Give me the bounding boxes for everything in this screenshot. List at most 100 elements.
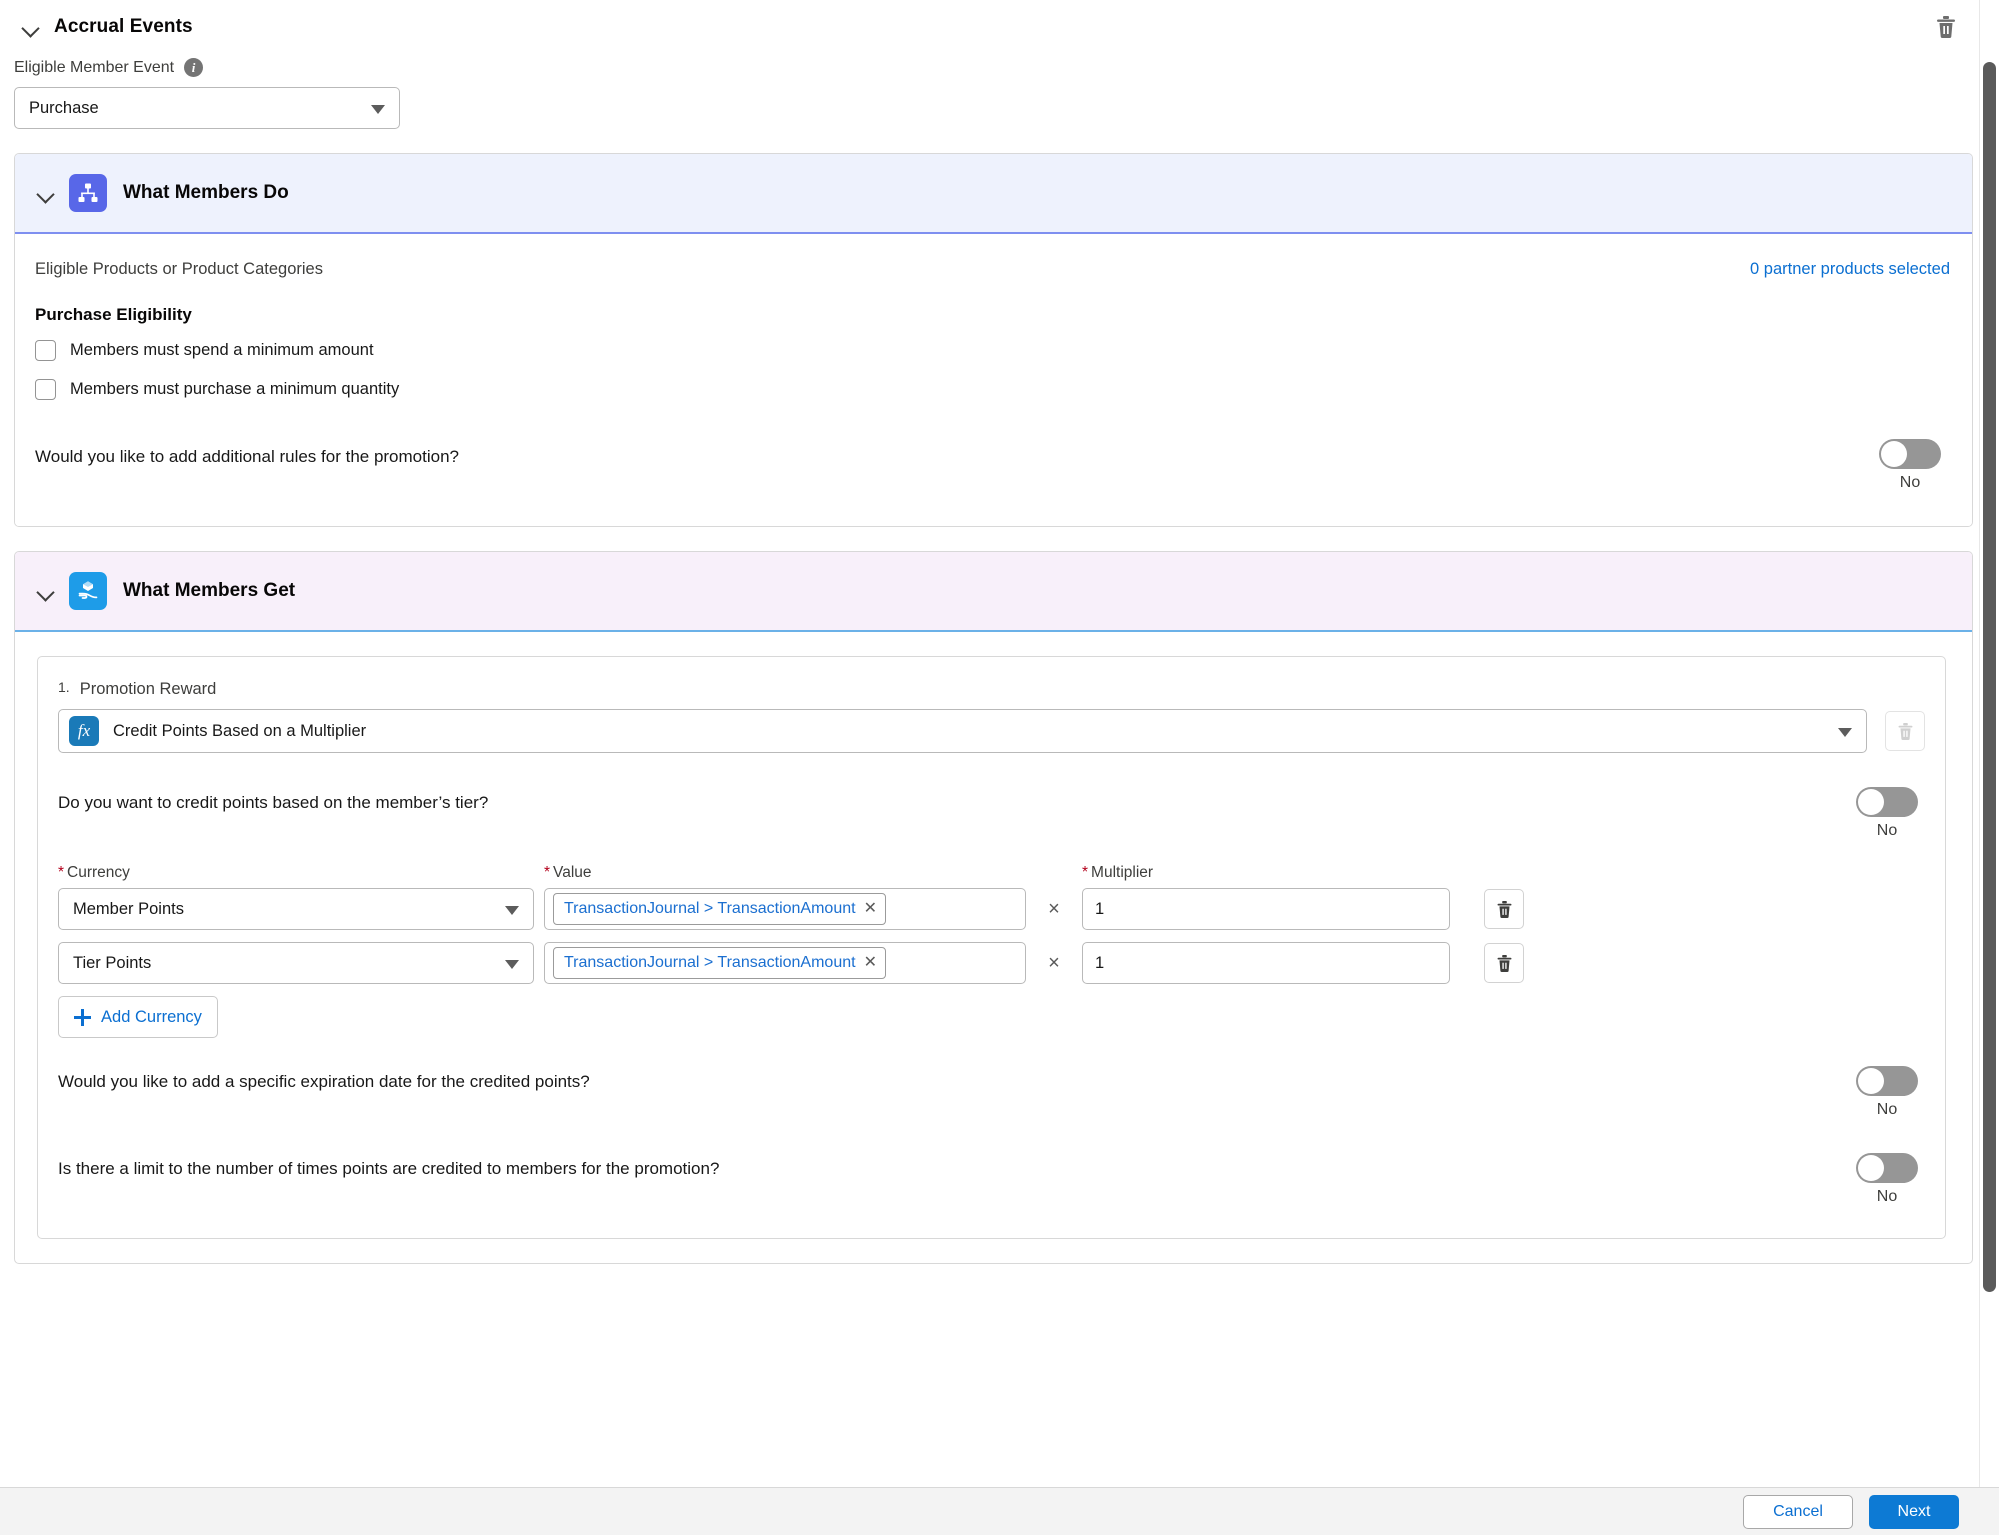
what-members-do-header[interactable]: What Members Do	[15, 154, 1972, 234]
value-token-text-2: TransactionJournal > TransactionAmount	[564, 954, 856, 971]
delete-currency-row-1-button[interactable]	[1484, 889, 1524, 929]
additional-rules-row: Would you like to add additional rules f…	[15, 409, 1972, 526]
what-members-do-body: Eligible Products or Product Categories …	[15, 234, 1972, 526]
scrollbar-thumb[interactable]	[1983, 62, 1996, 1292]
gift-in-hand-icon	[69, 572, 107, 610]
limit-toggle-wrap: No	[1851, 1153, 1923, 1206]
additional-rules-toggle-wrap: No	[1874, 439, 1946, 492]
expiration-toggle-state: No	[1876, 1101, 1898, 1118]
required-star: *	[544, 864, 551, 881]
required-star: *	[58, 864, 65, 881]
value-token-1[interactable]: TransactionJournal > TransactionAmount ✕	[553, 893, 886, 925]
currency-select-2[interactable]: Tier Points	[58, 942, 534, 984]
checkbox-minimum-amount[interactable]	[35, 340, 56, 361]
chevron-down-icon	[505, 906, 519, 915]
vertical-scrollbar[interactable]	[1979, 0, 1999, 1487]
chevron-down-icon[interactable]	[37, 184, 55, 202]
limit-question-row: Is there a limit to the number of times …	[58, 1125, 1925, 1212]
eligible-member-event-label-row: Eligible Member Event i	[14, 58, 1975, 77]
tier-question-row: Do you want to credit points based on th…	[58, 753, 1925, 864]
eligible-member-event-field: Eligible Member Event i Purchase	[0, 48, 1999, 129]
info-icon[interactable]: i	[184, 58, 204, 77]
eligible-member-event-select[interactable]: Purchase	[14, 87, 400, 129]
expiration-question-text: Would you like to add a specific expirat…	[58, 1072, 590, 1091]
value-token-text-1: TransactionJournal > TransactionAmount	[564, 900, 856, 917]
cancel-button[interactable]: Cancel	[1743, 1494, 1853, 1529]
checkbox-row-minimum-amount[interactable]: Members must spend a minimum amount	[15, 331, 1972, 370]
delete-accrual-event-button[interactable]	[1931, 12, 1961, 42]
value-column-header: * Value	[544, 864, 1026, 882]
toggle-knob	[1881, 441, 1907, 467]
eligible-products-row: Eligible Products or Product Categories …	[15, 234, 1972, 283]
tier-toggle[interactable]	[1856, 787, 1918, 817]
value-field-2[interactable]: TransactionJournal > TransactionAmount ✕	[544, 942, 1026, 984]
partner-products-link[interactable]: 0 partner products selected	[1750, 260, 1950, 279]
additional-rules-question: Would you like to add additional rules f…	[35, 447, 459, 466]
close-icon[interactable]: ✕	[864, 955, 877, 971]
add-currency-button[interactable]: Add Currency	[58, 996, 218, 1038]
chevron-down-icon[interactable]	[22, 18, 40, 36]
currency-row: Tier Points TransactionJournal > Transac…	[58, 942, 1925, 984]
additional-rules-toggle[interactable]	[1879, 439, 1941, 469]
multiplier-value-2: 1	[1095, 953, 1105, 972]
currency-row: Member Points TransactionJournal > Trans…	[58, 888, 1925, 930]
multiplier-value-1: 1	[1095, 899, 1105, 918]
what-members-do-title: What Members Do	[123, 182, 289, 203]
add-currency-label: Add Currency	[101, 1007, 202, 1026]
next-button[interactable]: Next	[1869, 1494, 1959, 1529]
value-column-label: Value	[553, 864, 592, 881]
value-token-2[interactable]: TransactionJournal > TransactionAmount ✕	[553, 947, 886, 979]
multiplier-input-1[interactable]: 1	[1082, 888, 1450, 930]
currency-select-1[interactable]: Member Points	[58, 888, 534, 930]
currency-column-label: Currency	[67, 864, 130, 881]
toggle-knob	[1858, 1155, 1884, 1181]
expiration-toggle[interactable]	[1856, 1066, 1918, 1096]
formula-fx-icon: fx	[69, 716, 99, 746]
what-members-get-header[interactable]: What Members Get	[15, 552, 1972, 632]
currency-value-1: Member Points	[73, 899, 184, 918]
additional-rules-toggle-state: No	[1899, 474, 1921, 491]
currency-column-header: * Currency	[58, 864, 534, 882]
what-members-get-title: What Members Get	[123, 580, 296, 601]
value-field-1[interactable]: TransactionJournal > TransactionAmount ✕	[544, 888, 1026, 930]
promotion-reward-label: Promotion Reward	[79, 680, 217, 698]
tier-toggle-wrap: No	[1851, 787, 1923, 840]
accrual-events-header: Accrual Events	[0, 0, 1999, 48]
delete-promotion-reward-button	[1885, 711, 1925, 751]
chevron-down-icon	[505, 960, 519, 969]
eligible-products-label: Eligible Products or Product Categories	[35, 260, 323, 278]
multiply-symbol-2: ×	[1048, 951, 1060, 974]
checkbox-label-minimum-quantity: Members must purchase a minimum quantity	[70, 380, 400, 398]
chevron-down-icon	[1838, 728, 1852, 737]
eligible-member-event-value: Purchase	[29, 98, 99, 117]
checkbox-minimum-quantity[interactable]	[35, 379, 56, 400]
limit-question-text: Is there a limit to the number of times …	[58, 1159, 720, 1178]
delete-currency-row-2-button[interactable]	[1484, 943, 1524, 983]
promotion-setup-page: Accrual Events Eligible Member Event i P…	[0, 0, 1999, 1535]
limit-toggle-state: No	[1876, 1188, 1898, 1205]
multiplier-input-2[interactable]: 1	[1082, 942, 1450, 984]
chevron-down-icon	[371, 105, 385, 114]
promotion-reward-select-row: fx Credit Points Based on a Multiplier	[58, 709, 1925, 753]
promotion-reward-type-select[interactable]: fx Credit Points Based on a Multiplier	[58, 709, 1867, 753]
tier-toggle-state: No	[1876, 822, 1898, 839]
what-members-get-card: What Members Get 1. Promotion Reward fx C…	[14, 551, 1973, 1264]
multiplier-column-label: Multiplier	[1091, 864, 1154, 881]
chevron-down-icon[interactable]	[37, 582, 55, 600]
checkbox-row-minimum-quantity[interactable]: Members must purchase a minimum quantity	[15, 370, 1972, 409]
limit-toggle[interactable]	[1856, 1153, 1918, 1183]
toggle-knob	[1858, 789, 1884, 815]
expiration-question-row: Would you like to add a specific expirat…	[58, 1038, 1925, 1125]
promotion-reward-number: 1.	[58, 679, 70, 695]
checkbox-label-minimum-amount: Members must spend a minimum amount	[70, 341, 374, 359]
currency-value-2: Tier Points	[73, 953, 152, 972]
page-title: Accrual Events	[54, 16, 193, 37]
footer-actions: Cancel Next	[0, 1487, 1999, 1535]
promotion-reward-type-value: Credit Points Based on a Multiplier	[113, 721, 367, 740]
promotion-reward-box: 1. Promotion Reward fx Credit Points Base…	[37, 656, 1946, 1239]
close-icon[interactable]: ✕	[864, 901, 877, 917]
currency-column-headers: * Currency * Value * Multiplier	[58, 864, 1925, 888]
what-members-do-card: What Members Do Eligible Products or Pro…	[14, 153, 1973, 527]
plus-icon	[74, 1008, 92, 1026]
expiration-toggle-wrap: No	[1851, 1066, 1923, 1119]
